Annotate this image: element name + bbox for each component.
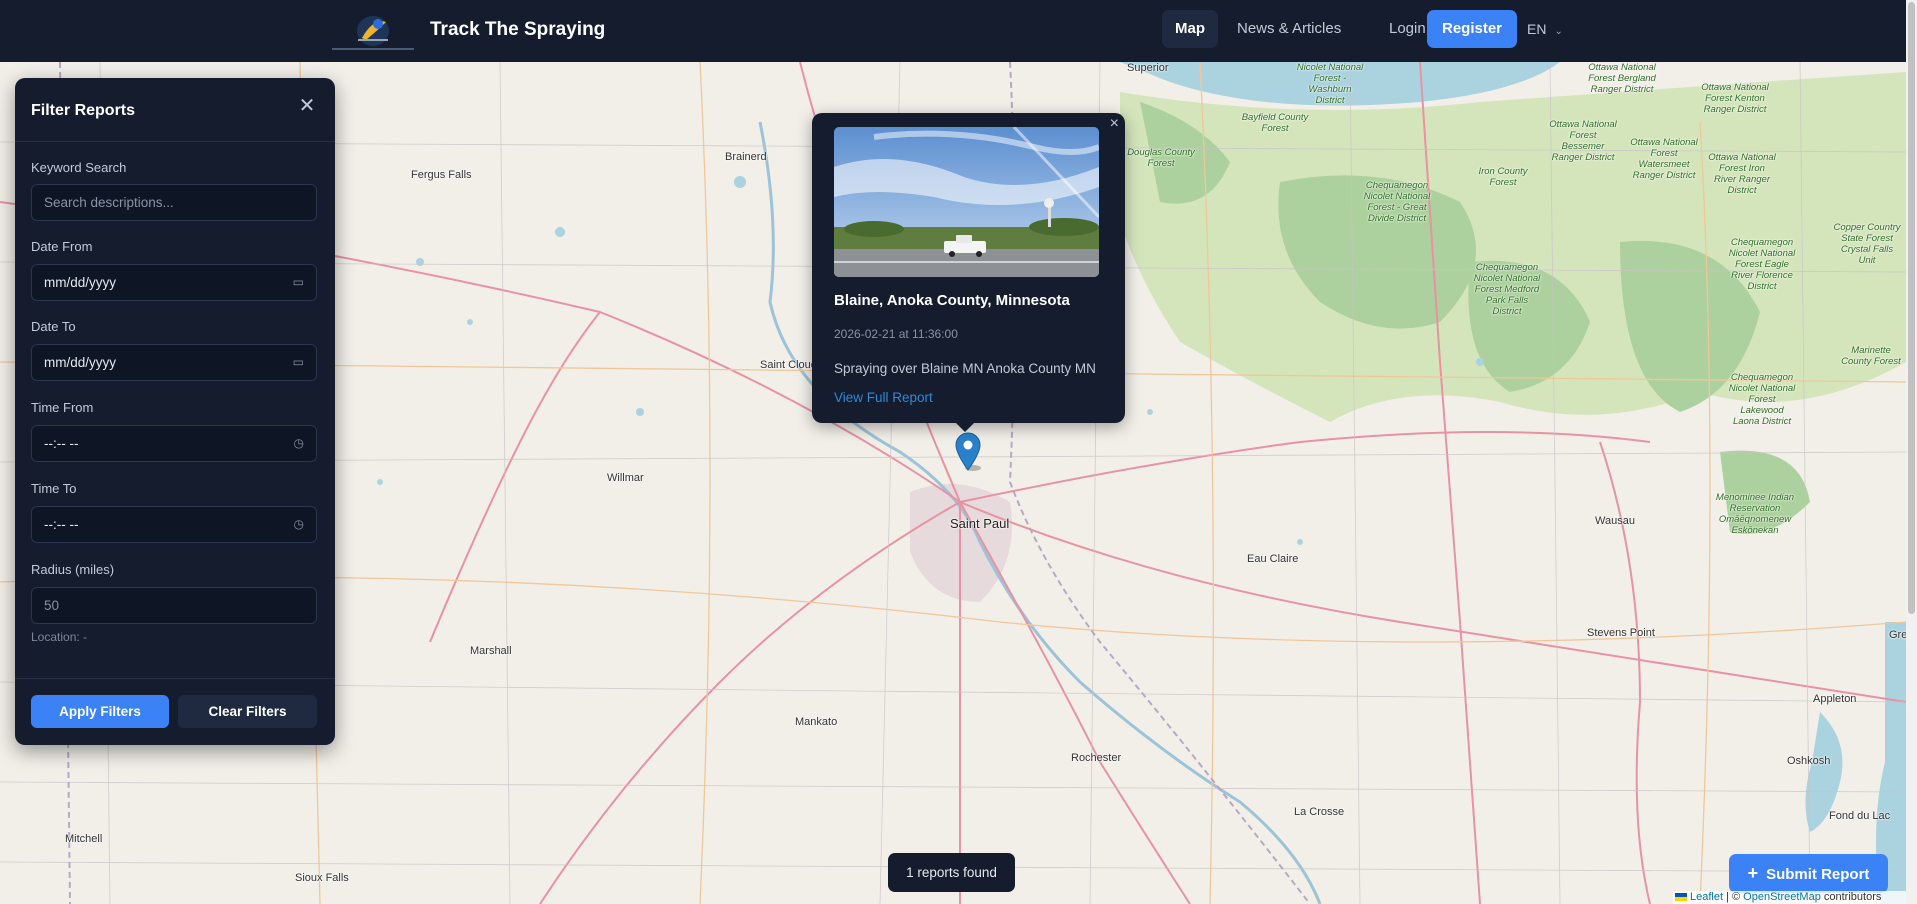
date-from-value: mm/dd/yyyy: [44, 275, 117, 290]
attribution-separator: | ©: [1723, 891, 1744, 903]
map-label-mankato: Mankato: [795, 716, 838, 728]
calendar-icon[interactable]: ▭: [293, 345, 304, 380]
map-label-sioux-falls: Sioux Falls: [295, 872, 349, 884]
filter-panel: Filter Reports ✕ Keyword Search Search d…: [15, 78, 335, 745]
clock-icon[interactable]: ◷: [294, 426, 304, 461]
keyword-label: Keyword Search: [31, 160, 127, 175]
map-label-eau-claire: Eau Claire: [1247, 553, 1299, 565]
map-label-oshkosh: Oshkosh: [1787, 755, 1831, 767]
language-selector[interactable]: EN ⌄: [1514, 10, 1576, 48]
popup-description: Spraying over Blaine MN Anoka County MN: [834, 361, 1096, 376]
leaflet-link[interactable]: Leaflet: [1690, 891, 1723, 903]
date-from-input[interactable]: mm/dd/yyyy ▭: [31, 264, 317, 301]
map-label-marshall: Marshall: [470, 645, 512, 657]
map-label-willmar: Willmar: [607, 472, 644, 484]
map-label-chequamegon-medford: Chequamegon Nicolet National Forest Medf…: [1473, 262, 1541, 317]
filter-footer: Apply Filters Clear Filters: [15, 678, 335, 745]
time-to-input[interactable]: --:-- -- ◷: [31, 506, 317, 543]
map-label-la-crosse: La Crosse: [1294, 806, 1345, 818]
calendar-icon[interactable]: ▭: [293, 265, 304, 300]
radius-label: Radius (miles): [31, 562, 115, 577]
register-button[interactable]: Register: [1427, 10, 1518, 48]
submit-report-label: Submit Report: [1766, 866, 1870, 883]
reports-found-badge: 1 reports found: [888, 853, 1015, 892]
plus-icon: +: [1747, 863, 1759, 883]
page-scrollbar[interactable]: [1906, 0, 1917, 904]
map-label-appleton: Appleton: [1813, 693, 1857, 705]
view-full-report-link[interactable]: View Full Report: [834, 390, 933, 405]
map-label-superior: Superior: [1127, 62, 1169, 74]
radius-placeholder: 50: [44, 598, 60, 613]
time-to-label: Time To: [31, 481, 77, 496]
keyword-search-input[interactable]: Search descriptions...: [31, 184, 317, 221]
submit-report-button[interactable]: + Submit Report: [1729, 854, 1888, 893]
clock-icon[interactable]: ◷: [294, 507, 304, 542]
map-label-iron-forest: Iron County Forest: [1478, 166, 1528, 188]
keyword-placeholder: Search descriptions...: [44, 195, 174, 210]
scrollbar-thumb[interactable]: [1908, 2, 1915, 614]
popup-close-button[interactable]: ×: [1110, 115, 1119, 133]
time-to-value: --:-- --: [44, 517, 79, 532]
time-from-value: --:-- --: [44, 436, 79, 451]
filter-header: Filter Reports ✕: [15, 78, 335, 142]
report-popup: × Blaine, Anoka County, Minnesota 2026-0…: [812, 113, 1125, 432]
attribution-suffix: contributors: [1820, 891, 1882, 903]
date-to-input[interactable]: mm/dd/yyyy ▭: [31, 344, 317, 381]
map-label-chequamegon-eagle-river: Chequamegon Nicolet National Forest Eagl…: [1728, 237, 1796, 292]
map-label-wausau: Wausau: [1595, 515, 1635, 527]
popup-pointer: [955, 422, 975, 432]
top-navbar: Track The Spraying Map News & Articles L…: [0, 0, 1917, 62]
brand-title[interactable]: Track The Spraying: [430, 19, 605, 41]
map-label-brainerd: Brainerd: [725, 151, 767, 163]
chevron-down-icon: ⌄: [1554, 26, 1563, 37]
map-attribution: Leaflet | © OpenStreetMap contributors: [1673, 891, 1906, 904]
site-logo[interactable]: [328, 10, 418, 52]
map-label-washburn-forest: Nicolet National Forest - Washburn Distr…: [1296, 62, 1364, 106]
map-label-ottawa-watersmeet: Ottawa National Forest Watersmeet Ranger…: [1630, 137, 1698, 181]
filter-title: Filter Reports: [31, 102, 136, 119]
close-icon[interactable]: ✕: [297, 96, 317, 116]
map-label-ottawa-bergland: Ottawa National Forest Bergland Ranger D…: [1588, 62, 1656, 95]
map-label-saint-paul: Saint Paul: [950, 516, 1010, 531]
report-marker[interactable]: [953, 430, 983, 472]
date-from-label: Date From: [31, 239, 93, 254]
location-status: Location: -: [31, 630, 88, 644]
time-from-label: Time From: [31, 400, 94, 415]
map-label-rochester: Rochester: [1071, 752, 1122, 764]
map-label-menominee: Menominee Indian Reservation Omāēqnomene…: [1715, 492, 1795, 536]
map-label-douglas-forest: Douglas County Forest: [1127, 147, 1195, 169]
popup-location-title: Blaine, Anoka County, Minnesota: [834, 292, 1070, 309]
map-label-fergus-falls: Fergus Falls: [411, 169, 472, 181]
map-label-green-bay: Gree: [1889, 629, 1906, 641]
map-label-marinette-forest: Marinette County Forest: [1841, 345, 1901, 367]
date-to-value: mm/dd/yyyy: [44, 355, 117, 370]
report-photo[interactable]: [834, 127, 1099, 277]
date-to-label: Date To: [31, 319, 76, 334]
nav-map[interactable]: Map: [1162, 10, 1218, 48]
map-label-copper-forest: Copper Country State Forest Crystal Fall…: [1833, 222, 1901, 266]
ukraine-flag-icon: [1675, 893, 1687, 902]
map-label-chequamegon-lakewood: Chequamegon Nicolet National Forest Lake…: [1728, 372, 1796, 427]
map-label-ottawa-kenton: Ottawa National Forest Kenton Ranger Dis…: [1701, 82, 1769, 115]
osm-link[interactable]: OpenStreetMap: [1743, 891, 1821, 903]
map-label-fond-du-lac: Fond du Lac: [1829, 810, 1891, 822]
map-label-mitchell: Mitchell: [65, 833, 103, 845]
apply-filters-button[interactable]: Apply Filters: [31, 695, 169, 728]
map-label-ottawa-iron-river: Ottawa National Forest Iron River Ranger…: [1708, 152, 1776, 196]
time-from-input[interactable]: --:-- -- ◷: [31, 425, 317, 462]
map-label-chequamegon-great-divide: Chequamegon Nicolet National Forest - Gr…: [1363, 180, 1431, 224]
map-label-stevens-point: Stevens Point: [1587, 627, 1655, 639]
popup-timestamp: 2026-02-21 at 11:36:00: [834, 327, 958, 341]
map-label-bayfield-forest: Bayfield County Forest: [1241, 112, 1309, 134]
clear-filters-button[interactable]: Clear Filters: [178, 695, 317, 728]
map-label-saint-cloud: Saint Cloud: [760, 359, 817, 371]
language-label: EN: [1527, 21, 1547, 37]
nav-news-articles[interactable]: News & Articles: [1224, 10, 1354, 48]
map-label-ottawa-bessemer: Ottawa National Forest Bessemer Ranger D…: [1549, 119, 1617, 163]
radius-input[interactable]: 50: [31, 587, 317, 624]
